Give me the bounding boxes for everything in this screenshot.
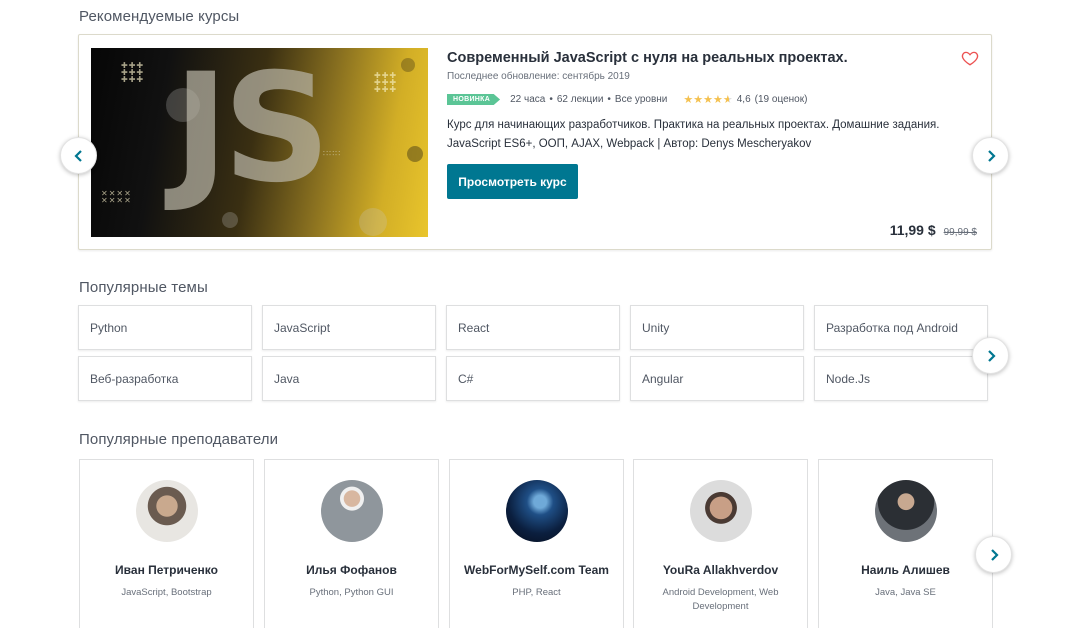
course-description: Курс для начинающих разработчиков. Практ… — [447, 119, 940, 150]
instructor-card[interactable]: WebForMySelf.com Team PHP, React — [449, 459, 624, 628]
instructor-name[interactable]: YouRa Allakhverdov — [634, 563, 807, 577]
decor-dots: ∷∷∷ — [323, 149, 342, 158]
chevron-right-icon — [990, 548, 999, 561]
meta-separator: • — [549, 94, 553, 105]
star-icon: ★ — [683, 94, 694, 106]
topic-python[interactable]: Python — [78, 305, 252, 350]
decor-circle — [359, 208, 387, 236]
topic-angular[interactable]: Angular — [630, 356, 804, 401]
popular-instructors-heading: Популярные преподаватели — [79, 431, 279, 448]
instructor-card[interactable]: Иван Петриченко JavaScript, Bootstrap — [79, 459, 254, 628]
view-course-button[interactable]: Просмотреть курс — [447, 164, 578, 199]
course-level: Все уровни — [614, 94, 668, 105]
decor-circle — [401, 58, 415, 72]
instructor-topics: JavaScript, Bootstrap — [121, 587, 212, 598]
instructor-card[interactable]: Наиль Алишев Java, Java SE — [818, 459, 993, 628]
avatar — [506, 480, 568, 542]
instructor-topics: PHP, React — [512, 587, 561, 598]
course-updated-date: Последнее обновление: сентябрь 2019 — [447, 71, 630, 82]
rating-value: 4,6 — [736, 94, 751, 105]
instructors-next-button[interactable] — [975, 536, 1012, 573]
instructor-name[interactable]: Илья Фофанов — [265, 563, 438, 577]
topic-csharp[interactable]: C# — [446, 356, 620, 401]
decor-crosses: ✚✚✚ ✚✚✚ ✚✚✚ — [121, 61, 145, 84]
decor-crosses: ✚✚✚ ✚✚✚ ✚✚✚ — [374, 71, 398, 94]
avatar — [690, 480, 752, 542]
instructor-topics: Python, Python GUI — [309, 587, 394, 598]
topic-java[interactable]: Java — [262, 356, 436, 401]
heart-icon[interactable] — [961, 49, 979, 67]
courses-next-button[interactable] — [972, 137, 1009, 174]
instructor-card[interactable]: Илья Фофанов Python, Python GUI — [264, 459, 439, 628]
topic-web-development[interactable]: Веб-разработка — [78, 356, 252, 401]
avatar — [321, 480, 383, 542]
instructor-name[interactable]: WebForMySelf.com Team — [450, 563, 623, 577]
decor-dots: ✕✕✕✕ ✕✕✕✕ — [101, 189, 132, 205]
featured-course-card[interactable]: ✚✚✚ ✚✚✚ ✚✚✚ ✚✚✚ ✚✚✚ ✚✚✚ ✕✕✕✕ ✕✕✕✕ ∷∷∷ JS Совр… — [78, 34, 992, 250]
instructor-topics: Android Development, Web Development — [662, 587, 779, 612]
courses-prev-button[interactable] — [60, 137, 97, 174]
course-thumbnail[interactable]: ✚✚✚ ✚✚✚ ✚✚✚ ✚✚✚ ✚✚✚ ✚✚✚ ✕✕✕✕ ✕✕✕✕ ∷∷∷ JS — [91, 48, 428, 237]
decor-circle — [407, 146, 423, 162]
price-box: 11,99 $ 99,99 $ — [890, 222, 977, 238]
recommended-courses-heading: Рекомендуемые курсы — [79, 8, 240, 25]
js-logo-text: JS — [173, 48, 331, 216]
topic-nodejs[interactable]: Node.Js — [814, 356, 988, 401]
chevron-right-icon — [987, 149, 996, 162]
avatar — [136, 480, 198, 542]
topic-unity[interactable]: Unity — [630, 305, 804, 350]
topic-react[interactable]: React — [446, 305, 620, 350]
current-price: 11,99 $ — [889, 222, 936, 238]
chevron-right-icon — [987, 349, 996, 362]
star-icon: ★ — [722, 94, 733, 106]
instructor-topics: Java, Java SE — [875, 587, 936, 598]
avatar — [875, 480, 937, 542]
star-icon: ★ — [713, 94, 723, 106]
topic-javascript[interactable]: JavaScript — [262, 305, 436, 350]
chevron-left-icon — [73, 149, 82, 162]
course-lectures: 62 лекции — [556, 94, 604, 105]
star-icon: ★ — [693, 94, 704, 106]
instructor-name[interactable]: Наиль Алишев — [819, 563, 992, 577]
star-icon: ★ — [703, 94, 713, 106]
instructor-name[interactable]: Иван Петриченко — [80, 563, 253, 577]
rating-count: (19 оценок) — [754, 94, 808, 105]
topics-next-button[interactable] — [972, 337, 1009, 374]
course-meta: Новинка 22 часа • 62 лекции • Все уровни… — [447, 93, 807, 106]
course-hours: 22 часа — [510, 94, 546, 105]
course-title[interactable]: Современный JavaScript с нуля на реальны… — [447, 50, 848, 66]
meta-separator: • — [607, 94, 611, 105]
new-badge: Новинка — [447, 94, 501, 105]
original-price: 99,99 $ — [943, 227, 977, 238]
topic-android[interactable]: Разработка под Android — [814, 305, 988, 350]
popular-topics-heading: Популярные темы — [79, 279, 208, 296]
rating-stars: ★★★★★ — [683, 93, 732, 106]
instructor-card[interactable]: YouRa Allakhverdov Android Development, … — [633, 459, 808, 628]
